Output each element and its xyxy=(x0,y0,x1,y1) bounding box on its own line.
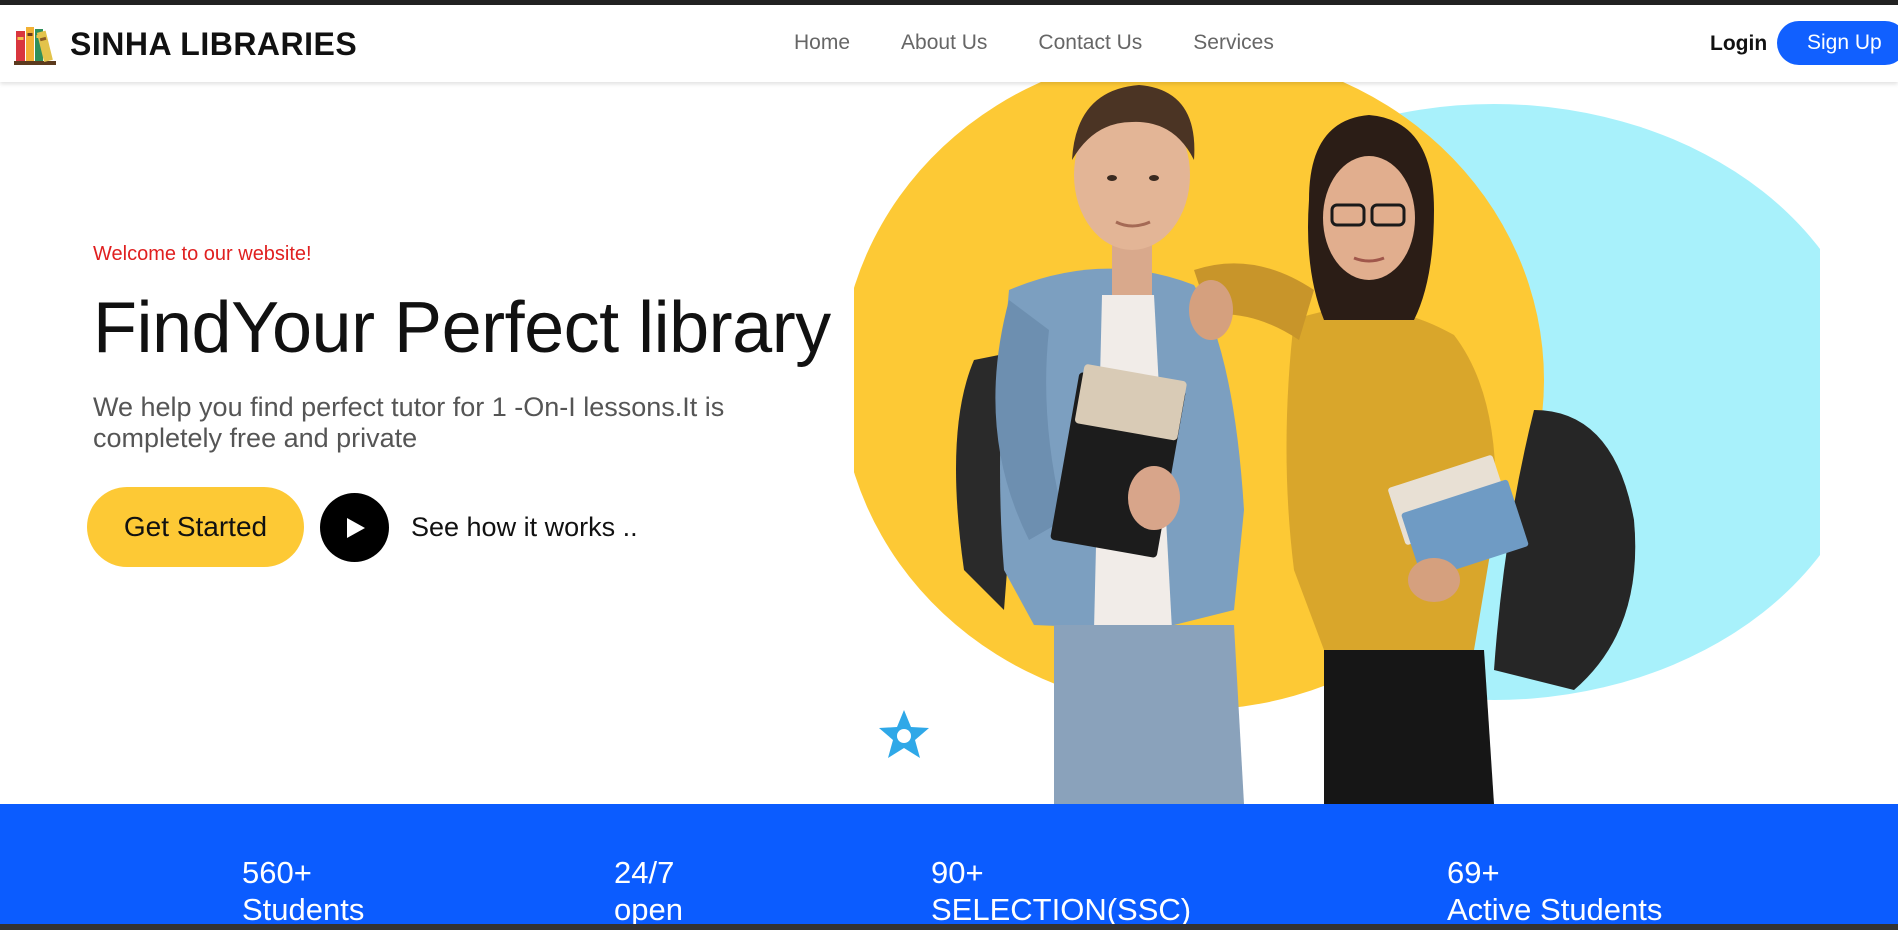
navbar: SINHA LIBRARIES Home About Us Contact Us… xyxy=(0,5,1898,82)
nav-services[interactable]: Services xyxy=(1193,31,1274,55)
stat-label: open xyxy=(614,892,683,927)
stat-selection: 90+ SELECTION(SSC) xyxy=(931,854,1191,928)
stat-active-students: 69+ Active Students xyxy=(1447,854,1662,928)
see-how-it-works-link[interactable]: See how it works .. xyxy=(411,512,638,543)
login-button[interactable]: Login xyxy=(1710,32,1767,56)
stat-label: Active Students xyxy=(1447,892,1663,927)
nav-about-us[interactable]: About Us xyxy=(901,31,987,55)
stat-number: 69+ xyxy=(1447,855,1500,890)
books-icon xyxy=(14,27,56,65)
brand[interactable]: SINHA LIBRARIES xyxy=(12,21,357,67)
students-illustration xyxy=(854,50,1824,804)
play-button[interactable] xyxy=(320,493,389,562)
stat-label: SELECTION(SSC) xyxy=(931,892,1192,927)
stat-number: 560+ xyxy=(242,855,312,890)
hero-title: FindYour Perfect library xyxy=(93,288,831,368)
star-icon xyxy=(879,710,929,758)
stat-number: 90+ xyxy=(931,855,984,890)
get-started-button[interactable]: Get Started xyxy=(87,487,304,567)
main-nav: Home About Us Contact Us Services xyxy=(794,31,1325,55)
stat-open: 24/7 open xyxy=(614,854,683,928)
brand-name: SINHA LIBRARIES xyxy=(70,25,358,62)
signup-button[interactable]: Sign Up xyxy=(1777,21,1898,65)
play-icon xyxy=(346,517,365,538)
stat-label: Students xyxy=(242,892,365,927)
stats-bar: 560+ Students 24/7 open 90+ SELECTION(SS… xyxy=(0,804,1898,927)
hero-description: We help you find perfect tutor for 1 -On… xyxy=(93,392,725,453)
hero-illustration xyxy=(854,50,1824,804)
welcome-text: Welcome to our website! xyxy=(93,243,312,265)
stat-students: 560+ Students xyxy=(242,854,364,928)
nav-contact-us[interactable]: Contact Us xyxy=(1038,31,1142,55)
stat-number: 24/7 xyxy=(614,855,675,890)
nav-home[interactable]: Home xyxy=(794,31,850,55)
window-bottom-border xyxy=(0,924,1898,930)
